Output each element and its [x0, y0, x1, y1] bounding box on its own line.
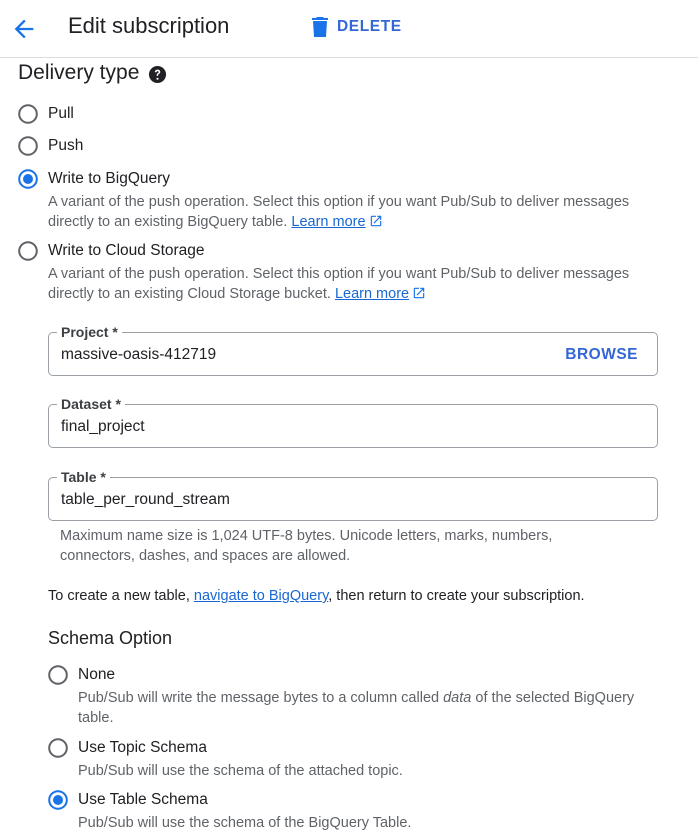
bigquery-desc-text: directly to an existing BigQuery table.: [48, 214, 288, 230]
radio-write-to-bigquery[interactable]: Write to BigQuery: [18, 169, 170, 189]
radio-use-topic-schema[interactable]: Use Topic Schema: [48, 738, 207, 758]
bigquery-desc-line1: A variant of the push operation. Select …: [48, 194, 630, 210]
dataset-field-label: Dataset *: [57, 395, 125, 413]
trash-icon: [312, 17, 328, 37]
schema-none-desc-after: of the selected BigQuery: [475, 690, 635, 706]
radio-unchecked-icon[interactable]: [48, 738, 68, 758]
radio-use-table-schema-label: Use Table Schema: [78, 791, 208, 808]
radio-schema-none[interactable]: None: [48, 665, 115, 685]
info-text-before: To create a new table,: [48, 588, 190, 604]
open-in-new-icon: [370, 215, 381, 227]
radio-schema-none-label: None: [78, 666, 116, 683]
cloud-storage-learn-more-link[interactable]: Learn more: [335, 286, 409, 302]
radio-write-to-cloud-storage-label: Write to Cloud Storage: [48, 242, 205, 259]
delivery-type-heading: Delivery type: [18, 61, 167, 85]
delivery-type-title: Delivery type: [18, 61, 140, 84]
bigquery-learn-more-link[interactable]: Learn more: [291, 214, 365, 230]
project-field-value[interactable]: massive-oasis-412719: [61, 345, 216, 365]
hint-line2: connectors, dashes, and spaces are allow…: [60, 548, 351, 564]
project-field-label: Project *: [57, 323, 122, 341]
navigate-to-bigquery-link[interactable]: navigate to BigQuery: [194, 588, 328, 604]
radio-push-label: Push: [48, 137, 84, 154]
info-text-after: , then return to create your subscriptio…: [328, 588, 585, 604]
radio-unchecked-icon[interactable]: [18, 104, 38, 124]
cloud-storage-description: A variant of the push operation. Select …: [48, 264, 629, 304]
table-schema-description: Pub/Sub will use the schema of the BigQu…: [78, 815, 412, 831]
help-icon[interactable]: [148, 65, 167, 84]
schema-none-desc-before: Pub/Sub will write the message bytes to …: [78, 690, 440, 706]
app-header: Edit subscription DELETE: [0, 0, 698, 58]
schema-none-desc-em: data: [443, 690, 472, 706]
browse-button[interactable]: BROWSE: [565, 345, 638, 365]
topic-schema-description: Pub/Sub will use the schema of the attac…: [78, 763, 403, 779]
radio-checked-icon[interactable]: [48, 790, 68, 810]
schema-none-desc-line2: table.: [78, 710, 114, 726]
back-button[interactable]: [10, 15, 38, 43]
table-name-hint: Maximum name size is 1,024 UTF-8 bytes. …: [60, 526, 620, 566]
radio-use-topic-schema-label: Use Topic Schema: [78, 739, 207, 756]
delete-label: DELETE: [337, 18, 402, 35]
radio-push[interactable]: Push: [18, 136, 83, 156]
schema-none-description: Pub/Sub will write the message bytes to …: [78, 688, 634, 728]
arrow-back-icon: [14, 19, 34, 39]
radio-use-table-schema[interactable]: Use Table Schema: [48, 790, 208, 810]
project-field[interactable]: Project * massive-oasis-412719 BROWSE: [48, 323, 658, 376]
dataset-field-value[interactable]: final_project: [61, 417, 145, 437]
radio-unchecked-icon[interactable]: [18, 241, 38, 261]
radio-write-to-cloud-storage[interactable]: Write to Cloud Storage: [18, 241, 205, 261]
schema-none-desc-line1: Pub/Sub will write the message bytes to …: [78, 688, 634, 708]
bigquery-description: A variant of the push operation. Select …: [48, 192, 629, 232]
table-field-value[interactable]: table_per_round_stream: [61, 490, 230, 510]
delete-button[interactable]: DELETE: [311, 17, 402, 37]
radio-pull[interactable]: Pull: [18, 104, 74, 124]
radio-write-to-bigquery-label: Write to BigQuery: [48, 170, 171, 187]
table-field[interactable]: Table * table_per_round_stream: [48, 468, 658, 521]
schema-option-heading: Schema Option: [48, 628, 173, 648]
dataset-field[interactable]: Dataset * final_project: [48, 395, 658, 448]
page-title: Edit subscription: [68, 13, 230, 38]
radio-unchecked-icon[interactable]: [18, 136, 38, 156]
hint-line1: Maximum name size is 1,024 UTF-8 bytes. …: [60, 528, 553, 544]
open-in-new-icon: [413, 287, 425, 299]
create-table-info: To create a new table, navigate to BigQu…: [48, 586, 585, 606]
bigquery-desc-line2: directly to an existing BigQuery table. …: [48, 212, 629, 232]
radio-unchecked-icon[interactable]: [48, 665, 68, 685]
cloud-storage-desc-line1: A variant of the push operation. Select …: [48, 266, 630, 282]
table-field-label: Table *: [57, 468, 110, 486]
cloud-storage-desc-line2: directly to an existing Cloud Storage bu…: [48, 284, 629, 304]
radio-pull-label: Pull: [48, 105, 74, 122]
radio-checked-icon[interactable]: [18, 169, 38, 189]
cloud-storage-desc-text: directly to an existing Cloud Storage bu…: [48, 286, 331, 302]
